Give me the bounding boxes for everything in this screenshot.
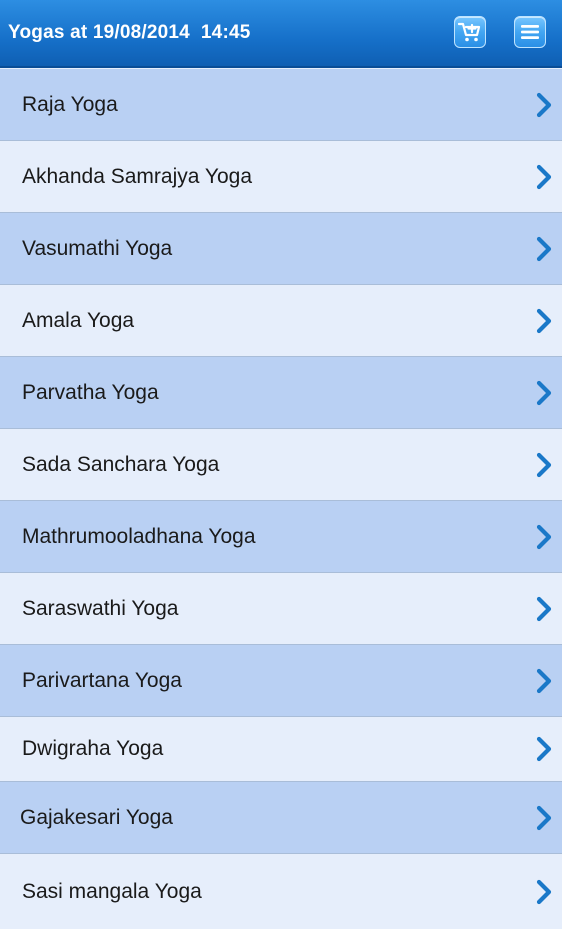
chevron-right-icon	[536, 524, 552, 549]
list-item-label: Sada Sanchara Yoga	[22, 452, 220, 476]
list-item-label: Parivartana Yoga	[22, 668, 182, 692]
list-item[interactable]: Dwigraha Yoga	[0, 717, 562, 782]
list-item-label: Saraswathi Yoga	[22, 596, 179, 620]
chevron-right-icon	[536, 236, 552, 261]
chevron-right-icon	[536, 879, 552, 904]
chevron-right-icon	[536, 164, 552, 189]
yoga-list: Raja Yoga Akhanda Samrajya Yoga Vasumath…	[0, 69, 562, 929]
chevron-right-icon	[536, 308, 552, 333]
list-item[interactable]: Amala Yoga	[0, 285, 562, 357]
list-item-label: Gajakesari Yoga	[20, 805, 173, 829]
list-item-label: Vasumathi Yoga	[22, 236, 173, 260]
list-item-label: Mathrumooladhana Yoga	[22, 524, 256, 548]
list-item-label: Akhanda Samrajya Yoga	[22, 164, 253, 188]
list-item[interactable]: Parivartana Yoga	[0, 645, 562, 717]
chevron-right-icon	[536, 736, 552, 762]
chevron-right-icon	[536, 596, 552, 621]
list-item[interactable]: Vasumathi Yoga	[0, 213, 562, 285]
chevron-right-icon	[536, 452, 552, 477]
list-item-label: Raja Yoga	[22, 92, 118, 116]
list-item[interactable]: Parvatha Yoga	[0, 357, 562, 429]
cart-add-icon	[458, 21, 482, 43]
list-item[interactable]: Sasi mangala Yoga	[0, 854, 562, 929]
list-item[interactable]: Sada Sanchara Yoga	[0, 429, 562, 501]
menu-button[interactable]	[514, 16, 546, 48]
chevron-right-icon	[536, 805, 552, 830]
menu-icon	[520, 23, 540, 41]
list-item-label: Amala Yoga	[22, 308, 135, 332]
chevron-right-icon	[536, 92, 552, 117]
list-item[interactable]: Raja Yoga	[0, 69, 562, 141]
list-item-label: Parvatha Yoga	[22, 380, 159, 404]
cart-add-button[interactable]	[454, 16, 486, 48]
list-item-label: Dwigraha Yoga	[22, 737, 164, 760]
list-item[interactable]: Akhanda Samrajya Yoga	[0, 141, 562, 213]
list-item[interactable]: Saraswathi Yoga	[0, 573, 562, 645]
page-title: Yogas at 19/08/2014 14:45	[8, 22, 251, 43]
chevron-right-icon	[536, 668, 552, 693]
list-item[interactable]: Mathrumooladhana Yoga	[0, 501, 562, 573]
chevron-right-icon	[536, 380, 552, 405]
list-item[interactable]: Gajakesari Yoga	[0, 782, 562, 854]
app-header: Yogas at 19/08/2014 14:45	[0, 0, 562, 68]
